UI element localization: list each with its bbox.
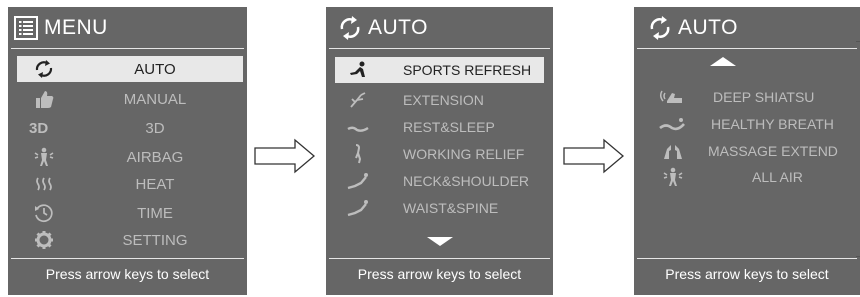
program-item-label: MASSAGE EXTEND bbox=[708, 143, 838, 159]
menu-screen: MENU AUTO MANUAL 3D 3D AIRBAG HEAT TIME … bbox=[8, 7, 247, 295]
menu-header: MENU bbox=[8, 7, 247, 47]
next-screen-arrow-icon bbox=[563, 138, 625, 174]
program-item-extension[interactable]: EXTENSION bbox=[335, 87, 544, 113]
auto-header: AUTO bbox=[326, 7, 553, 47]
auto-screen-page-1: AUTO SPORTS REFRESH EXTENSION REST&SLEEP… bbox=[326, 7, 553, 295]
header-divider bbox=[637, 48, 857, 49]
program-item-label: WORKING RELIEF bbox=[403, 146, 525, 162]
menu-item-time[interactable]: TIME bbox=[17, 200, 243, 226]
program-item-rest-sleep[interactable]: REST&SLEEP bbox=[335, 114, 544, 140]
3d-icon: 3D bbox=[29, 120, 49, 137]
menu-item-label: AUTO bbox=[134, 61, 176, 78]
menu-item-label: AIRBAG bbox=[126, 149, 184, 166]
massage-extend-icon bbox=[664, 145, 682, 159]
program-item-neck-shoulder[interactable]: NECK&SHOULDER bbox=[335, 168, 544, 194]
neck-recline-icon bbox=[347, 173, 368, 190]
footer-hint: Press arrow keys to select bbox=[45, 266, 210, 282]
footer-hint: Press arrow keys to select bbox=[357, 266, 522, 282]
program-item-label: NECK&SHOULDER bbox=[403, 173, 530, 189]
menu-item-setting[interactable]: SETTING bbox=[17, 227, 243, 253]
heat-waves-icon bbox=[36, 177, 52, 191]
program-item-label: WAIST&SPINE bbox=[403, 200, 499, 216]
program-item-massage-extend[interactable]: MASSAGE EXTEND bbox=[634, 138, 860, 164]
footer-hint: Press arrow keys to select bbox=[665, 266, 829, 282]
reclined-figure-icon bbox=[347, 126, 369, 132]
program-item-label: REST&SLEEP bbox=[403, 119, 495, 135]
menu-list-icon bbox=[14, 16, 38, 40]
menu-item-label: MANUAL bbox=[123, 91, 187, 108]
spine-recline-icon bbox=[347, 200, 368, 217]
shiatsu-hand-icon bbox=[659, 90, 682, 103]
menu-item-label: TIME bbox=[137, 205, 173, 222]
menu-title: MENU bbox=[44, 16, 108, 39]
program-item-all-air[interactable]: ALL AIR bbox=[634, 164, 860, 190]
footer-divider bbox=[329, 258, 550, 259]
program-item-label: HEALTHY BREATH bbox=[711, 116, 834, 132]
auto-cycle-icon bbox=[340, 16, 360, 40]
auto-header: AUTO bbox=[634, 7, 860, 47]
program-item-sports-refresh[interactable]: SPORTS REFRESH bbox=[335, 57, 544, 83]
footer-divider bbox=[637, 258, 857, 259]
clock-icon bbox=[35, 204, 53, 223]
menu-item-auto[interactable]: AUTO bbox=[17, 56, 243, 82]
auto-cycle-icon bbox=[35, 60, 53, 78]
breath-recline-icon bbox=[659, 118, 685, 131]
thumbs-up-icon bbox=[36, 91, 54, 108]
menu-item-airbag[interactable]: AIRBAG bbox=[17, 144, 243, 170]
program-item-label: DEEP SHIATSU bbox=[713, 89, 815, 105]
program-item-label: SPORTS REFRESH bbox=[403, 62, 532, 78]
header-divider bbox=[11, 48, 244, 49]
auto-cycle-icon bbox=[650, 16, 670, 40]
menu-item-label: 3D bbox=[145, 120, 165, 137]
stretch-figure-icon bbox=[350, 92, 366, 108]
next-screen-arrow-icon bbox=[254, 138, 316, 174]
edge-tick bbox=[856, 41, 860, 42]
auto-screen-page-2: AUTO DEEP SHIATSU HEALTHY BREATH MASSAGE… bbox=[634, 7, 860, 295]
program-item-working-relief[interactable]: WORKING RELIEF bbox=[335, 141, 544, 167]
gear-icon bbox=[35, 231, 53, 249]
program-item-label: ALL AIR bbox=[752, 169, 803, 185]
header-divider bbox=[329, 48, 550, 49]
menu-item-manual[interactable]: MANUAL bbox=[17, 86, 243, 112]
edge-tick bbox=[856, 256, 860, 257]
footer-divider bbox=[11, 258, 244, 259]
all-air-figure-icon bbox=[663, 167, 683, 186]
program-item-healthy-breath[interactable]: HEALTHY BREATH bbox=[634, 111, 860, 137]
program-item-label: EXTENSION bbox=[403, 92, 484, 108]
scroll-down-arrow-icon[interactable] bbox=[427, 237, 453, 246]
menu-item-label: HEAT bbox=[135, 176, 175, 193]
menu-item-label: SETTING bbox=[122, 232, 188, 249]
program-item-waist-spine[interactable]: WAIST&SPINE bbox=[335, 195, 544, 221]
scroll-up-arrow-icon[interactable] bbox=[710, 57, 736, 66]
program-item-deep-shiatsu[interactable]: DEEP SHIATSU bbox=[634, 84, 860, 110]
auto-title: AUTO bbox=[368, 16, 428, 39]
airbag-person-icon bbox=[34, 147, 54, 166]
auto-title: AUTO bbox=[678, 16, 738, 39]
sports-person-icon bbox=[350, 61, 365, 77]
menu-item-3d[interactable]: 3D 3D bbox=[17, 115, 243, 141]
menu-item-heat[interactable]: HEAT bbox=[17, 171, 243, 197]
standing-figure-icon bbox=[355, 144, 362, 164]
